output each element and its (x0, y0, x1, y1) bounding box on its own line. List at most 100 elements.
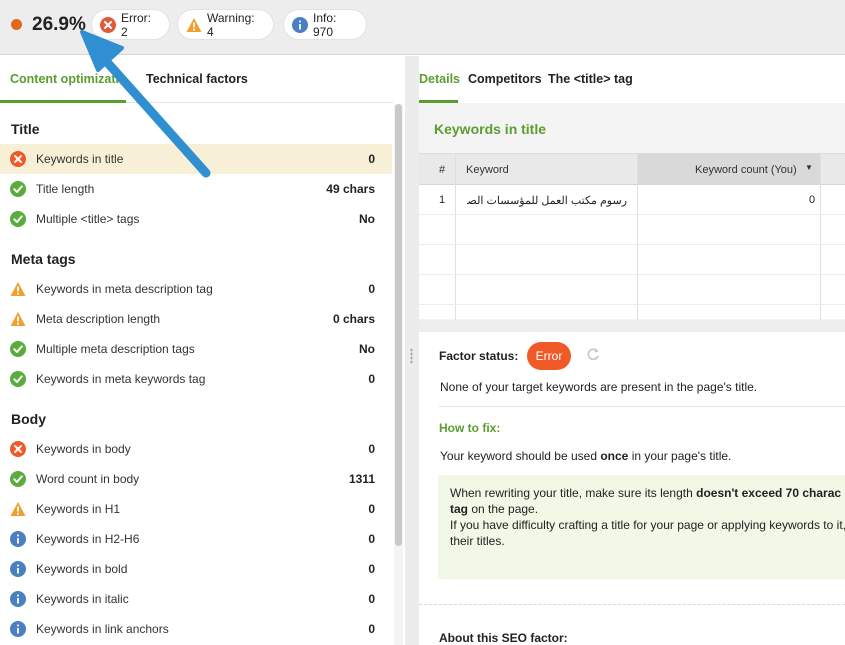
factor-row[interactable]: Word count in body 1311 (0, 464, 392, 494)
factor-list: Title Keywords in title 0 Title length 4… (0, 114, 392, 644)
tab-content-optimization[interactable]: Content optimization (10, 72, 126, 86)
active-tab-indicator (0, 100, 126, 103)
info-count-label: Info: 970 (313, 10, 337, 39)
tab-competitors[interactable]: Competitors (468, 72, 542, 86)
panel-splitter[interactable] (405, 56, 419, 645)
info-count-pill[interactable]: Info: 970 (284, 10, 366, 39)
table-row-empty (419, 275, 845, 305)
factor-value: 0 (368, 152, 375, 166)
info-icon (10, 561, 26, 577)
factor-value: No (359, 342, 375, 356)
splitter-grip-icon[interactable] (410, 348, 413, 364)
factor-status-text: None of your target keywords are present… (440, 380, 758, 394)
factor-row[interactable]: Keywords in italic 0 (0, 584, 392, 614)
right-tab-bar: Details Competitors The <title> tag (419, 56, 845, 103)
check-icon (10, 471, 26, 487)
check-icon (10, 371, 26, 387)
factor-row[interactable]: Keywords in meta keywords tag 0 (0, 364, 392, 394)
factor-label: Keywords in meta description tag (36, 282, 213, 296)
factor-label: Keywords in H2-H6 (36, 532, 140, 546)
factors-panel: Content optimization Technical factors T… (0, 56, 405, 645)
tab-title-tag[interactable]: The <title> tag (548, 72, 633, 86)
about-factor-label: About this SEO factor: (439, 631, 568, 645)
warning-count-label: Warning: 4 (207, 10, 255, 39)
check-icon (10, 181, 26, 197)
row-keyword: رسوم مكتب العمل للمؤسسات الصغيرة ... (467, 195, 627, 207)
factor-label: Keywords in body (36, 442, 131, 456)
info-icon (10, 591, 26, 607)
column-header-number[interactable]: # (439, 164, 445, 176)
error-count-pill[interactable]: Error: 2 (92, 10, 169, 39)
factor-detail: Factor status: Error None of your target… (419, 332, 845, 645)
factor-row[interactable]: Multiple <title> tags No (0, 204, 392, 234)
info-icon (10, 621, 26, 637)
column-header-keyword-count[interactable]: Keyword count (You) (695, 164, 797, 176)
details-panel: Details Competitors The <title> tag Keyw… (419, 56, 845, 645)
fix-tip-box: When rewriting your title, make sure its… (438, 475, 845, 579)
factor-value: 0 (368, 532, 375, 546)
error-icon (10, 151, 26, 167)
check-icon (10, 341, 26, 357)
table-row-empty (419, 245, 845, 275)
group-meta-heading: Meta tags (11, 251, 76, 267)
refresh-icon[interactable] (585, 346, 601, 362)
factor-row[interactable]: Keywords in bold 0 (0, 554, 392, 584)
panel-title: Keywords in title (434, 121, 547, 137)
factor-row[interactable]: Keywords in link anchors 0 (0, 614, 392, 644)
group-title-heading: Title (11, 121, 40, 137)
factor-row[interactable]: Keywords in H2-H6 0 (0, 524, 392, 554)
column-header-keyword[interactable]: Keyword (466, 164, 509, 176)
factor-label: Keywords in meta keywords tag (36, 372, 206, 386)
factor-value: 0 (368, 372, 375, 386)
row-keyword-count: 0 (809, 194, 816, 206)
sort-desc-icon[interactable]: ▼ (805, 163, 813, 172)
factor-label: Keywords in H1 (36, 502, 121, 516)
keywords-in-title-panel: Keywords in title # Keyword Keyword coun… (419, 103, 845, 320)
info-icon (10, 531, 26, 547)
how-to-fix-label: How to fix: (439, 421, 501, 435)
factor-label: Multiple <title> tags (36, 212, 140, 226)
tip-line: If you have difficulty crafting a title … (450, 518, 845, 532)
factor-value: 0 (368, 282, 375, 296)
factor-status-label: Factor status: (439, 349, 519, 363)
table-row[interactable]: 1 رسوم مكتب العمل للمؤسسات الصغيرة ... 0 (419, 185, 845, 215)
factor-row[interactable]: Title length 49 chars (0, 174, 392, 204)
keywords-table: # Keyword Keyword count (You) ▼ 1 رسوم م… (419, 153, 845, 320)
scrollbar-thumb[interactable] (395, 104, 402, 546)
factor-value: No (359, 212, 375, 226)
optimization-score: 26.9% (32, 14, 86, 35)
warning-count-pill[interactable]: Warning: 4 (178, 10, 273, 39)
factor-label: Keywords in italic (36, 592, 129, 606)
warning-icon (10, 281, 26, 297)
factor-row[interactable]: Meta description length 0 chars (0, 304, 392, 334)
factor-label: Keywords in bold (36, 562, 128, 576)
factor-label: Word count in body (36, 472, 140, 486)
check-icon (10, 211, 26, 227)
tab-details[interactable]: Details (419, 72, 460, 86)
factor-row[interactable]: Keywords in meta description tag 0 (0, 274, 392, 304)
factor-label: Multiple meta description tags (36, 342, 195, 356)
warning-icon (186, 17, 202, 33)
factor-value: 49 chars (326, 182, 375, 196)
factor-status-badge: Error (527, 342, 571, 370)
warning-icon (10, 501, 26, 517)
error-icon (10, 441, 26, 457)
table-header: # Keyword Keyword count (You) ▼ (419, 154, 845, 185)
factor-row[interactable]: Multiple meta description tags No (0, 334, 392, 364)
error-count-label: Error: 2 (121, 10, 151, 39)
error-icon (100, 16, 116, 33)
factor-value: 0 (368, 562, 375, 576)
factor-value: 0 (368, 592, 375, 606)
tip-line: tag on the page. (450, 502, 539, 516)
tab-technical-factors[interactable]: Technical factors (146, 72, 248, 86)
factor-value: 0 (368, 502, 375, 516)
factor-row[interactable]: Keywords in body 0 (0, 434, 392, 464)
factor-list-scrollbar[interactable] (394, 104, 403, 645)
factor-label: Keywords in title (36, 152, 124, 166)
left-tab-bar: Content optimization Technical factors (0, 56, 393, 103)
factor-value: 1311 (348, 472, 375, 486)
factor-row[interactable]: Keywords in H1 0 (0, 494, 392, 524)
tip-line: their titles. (450, 534, 505, 548)
warning-icon (10, 311, 26, 327)
factor-row[interactable]: Keywords in title 0 (0, 144, 392, 174)
